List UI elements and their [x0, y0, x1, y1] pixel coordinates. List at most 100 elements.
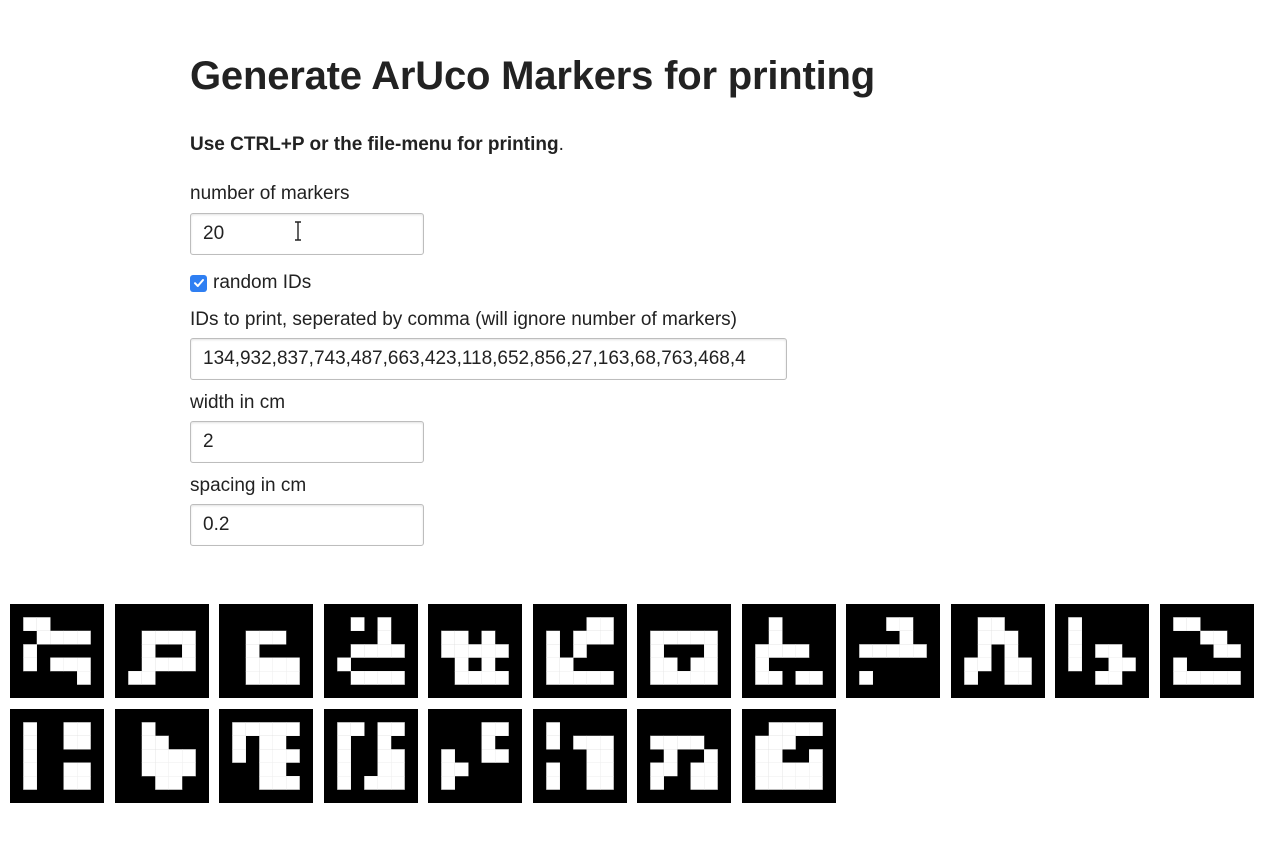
random-ids-option[interactable]: random IDs	[190, 272, 311, 294]
marker-cell	[259, 735, 273, 750]
marker-cell	[755, 735, 769, 750]
marker-cell	[586, 671, 601, 685]
aruco-marker	[951, 604, 1045, 698]
ids-to-print-input[interactable]: 134,932,837,743,487,663,423,118,652,856,…	[190, 338, 787, 380]
marker-cell	[63, 776, 78, 790]
marker-cell	[168, 749, 183, 763]
marker-cell	[377, 722, 392, 736]
marker-cell	[977, 644, 992, 658]
marker-cell	[155, 762, 169, 777]
marker-cell	[259, 722, 273, 736]
marker-cell	[155, 749, 169, 763]
marker-cell	[168, 762, 183, 777]
marker-cell	[272, 671, 287, 685]
marker-cell	[1213, 644, 1228, 658]
marker-cell	[286, 722, 300, 736]
marker-cell	[809, 749, 823, 763]
marker-cell	[809, 776, 823, 790]
spacing-input[interactable]: 0.2	[190, 504, 424, 546]
marker-cell	[337, 776, 351, 790]
marker-cell	[391, 644, 405, 658]
marker-cell	[546, 630, 560, 645]
marker-cell	[782, 722, 796, 736]
marker-cell	[704, 671, 718, 685]
marker-cell	[77, 630, 91, 645]
marker-cell	[286, 749, 300, 763]
marker-cell	[23, 776, 37, 790]
marker-cell	[977, 630, 992, 645]
marker-cell	[650, 671, 664, 685]
aruco-marker	[428, 709, 522, 803]
marker-cell	[886, 617, 900, 631]
marker-cell	[155, 735, 169, 750]
marker-cell	[677, 735, 691, 750]
marker-cell	[755, 644, 769, 658]
marker-cell	[546, 657, 560, 672]
marker-cell	[141, 722, 156, 736]
marker-cell	[23, 644, 37, 658]
marker-cell	[23, 735, 37, 750]
marker-cell	[546, 735, 560, 750]
marker-cell	[600, 671, 614, 685]
marker-cell	[1018, 671, 1032, 685]
marker-cell	[377, 776, 392, 790]
marker-cell	[259, 749, 273, 763]
marker-cell	[1004, 644, 1019, 658]
marker-cell	[768, 630, 783, 645]
number-of-markers-input[interactable]: 20	[190, 213, 424, 255]
marker-cell	[350, 671, 365, 685]
random-ids-checkbox[interactable]	[190, 274, 207, 292]
aruco-marker	[115, 604, 209, 698]
marker-cell	[245, 630, 260, 645]
marker-cell	[809, 722, 823, 736]
marker-cell	[468, 644, 482, 658]
marker-cell	[977, 657, 992, 672]
marker-cell	[50, 657, 64, 672]
marker-cell	[481, 671, 496, 685]
marker-cell	[364, 644, 378, 658]
marker-cell	[441, 644, 455, 658]
marker-cell	[768, 776, 783, 790]
marker-cell	[559, 657, 574, 672]
marker-cell	[573, 735, 587, 750]
marker-cell	[573, 630, 587, 645]
marker-cell	[768, 762, 783, 777]
width-label: width in cm	[190, 392, 286, 413]
aruco-marker	[533, 604, 627, 698]
marker-cell	[650, 735, 664, 750]
marker-cell	[141, 762, 156, 777]
marker-cell	[259, 762, 273, 777]
marker-cell	[168, 657, 183, 672]
marker-cell	[782, 644, 796, 658]
width-input[interactable]: 2	[190, 421, 424, 463]
marker-cell	[782, 762, 796, 777]
marker-cell	[663, 671, 678, 685]
marker-cell	[182, 644, 196, 658]
marker-cell	[768, 617, 783, 631]
aruco-marker	[846, 604, 940, 698]
marker-cell	[481, 749, 496, 763]
marker-cell	[141, 735, 156, 750]
marker-cell	[782, 735, 796, 750]
marker-cell	[141, 749, 156, 763]
marker-cell	[704, 749, 718, 763]
aruco-marker	[324, 604, 418, 698]
marker-cell	[1122, 657, 1136, 672]
marker-cell	[23, 722, 37, 736]
marker-cell	[350, 722, 365, 736]
marker-cell	[259, 657, 273, 672]
marker-cell	[600, 617, 614, 631]
aruco-marker	[1160, 604, 1254, 698]
marker-cell	[663, 657, 678, 672]
marker-cell	[586, 749, 601, 763]
marker-cell	[377, 749, 392, 763]
marker-cell	[454, 657, 469, 672]
aruco-marker	[324, 709, 418, 803]
marker-cell	[1095, 671, 1109, 685]
marker-cell	[495, 749, 509, 763]
marker-cell	[600, 762, 614, 777]
marker-cell	[364, 776, 378, 790]
marker-cell	[690, 776, 705, 790]
marker-cell	[495, 644, 509, 658]
aruco-marker	[637, 604, 731, 698]
